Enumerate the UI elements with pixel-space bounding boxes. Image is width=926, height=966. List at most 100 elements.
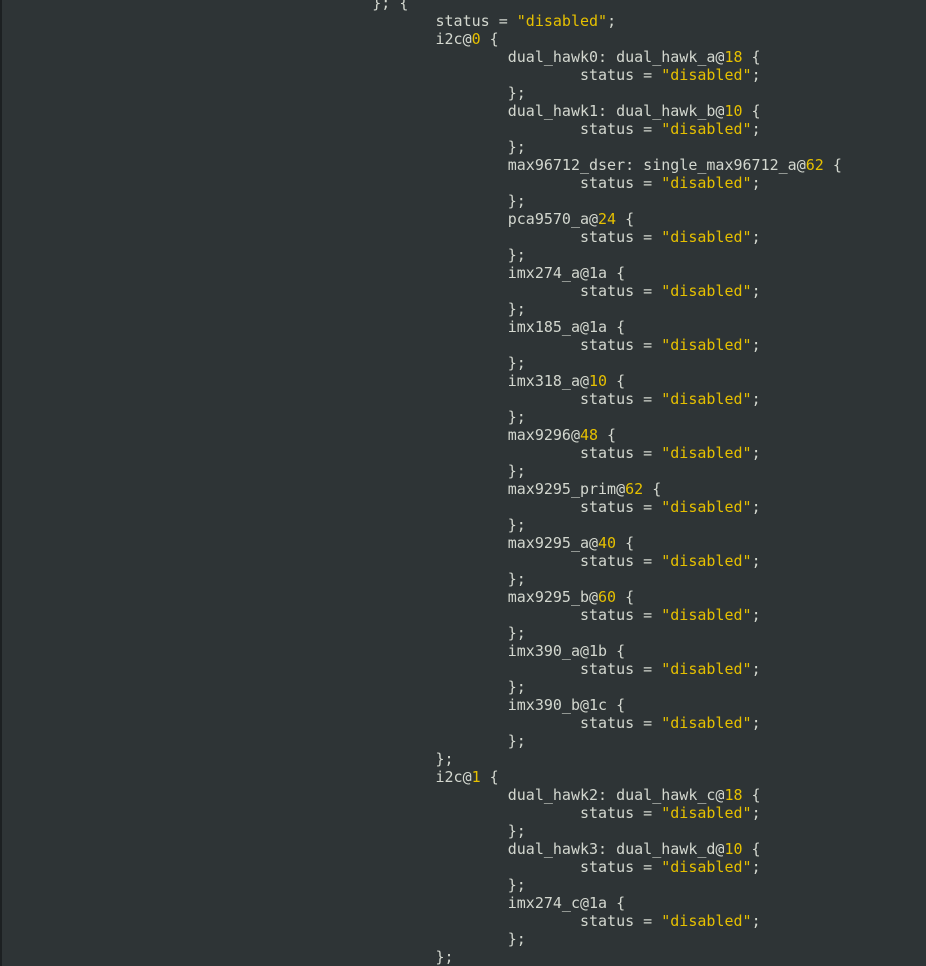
- code-line: };: [2, 750, 842, 768]
- code-text: };: [2, 354, 526, 372]
- code-text: status =: [2, 498, 662, 516]
- code-text: status =: [2, 174, 662, 192]
- code-text: ;: [751, 606, 761, 624]
- code-line: };: [2, 624, 842, 642]
- string-literal: "disabled": [661, 390, 752, 408]
- string-literal: "disabled": [661, 660, 752, 678]
- code-text: status =: [2, 336, 662, 354]
- code-line: status = "disabled";: [2, 552, 842, 570]
- string-literal: "disabled": [661, 444, 752, 462]
- code-line: };: [2, 732, 842, 750]
- code-text: }; {: [2, 0, 409, 12]
- code-line: dual_hawk0: dual_hawk_a@18 {: [2, 48, 842, 66]
- code-line: status = "disabled";: [2, 282, 842, 300]
- code-text: ;: [751, 444, 761, 462]
- code-text: max9295_b@: [2, 588, 599, 606]
- code-text: };: [2, 876, 526, 894]
- code-line: max9295_b@60 {: [2, 588, 842, 606]
- code-text: };: [2, 750, 454, 768]
- code-text: max96712_dser: single_max96712_a@: [2, 156, 806, 174]
- code-line: };: [2, 822, 842, 840]
- code-line: status = "disabled";: [2, 606, 842, 624]
- number-literal: 24: [598, 210, 617, 228]
- code-line: };: [2, 408, 842, 426]
- code-text: status =: [2, 282, 662, 300]
- code-line: dual_hawk3: dual_hawk_d@10 {: [2, 840, 842, 858]
- code-text: max9296@: [2, 426, 580, 444]
- string-literal: "disabled": [661, 714, 752, 732]
- number-literal: 62: [805, 156, 824, 174]
- number-literal: 10: [724, 102, 743, 120]
- code-text: max9295_a@: [2, 534, 599, 552]
- code-text: imx185_a@1a {: [2, 318, 626, 336]
- code-text: dual_hawk3: dual_hawk_d@: [2, 840, 725, 858]
- code-line: status = "disabled";: [2, 444, 842, 462]
- code-text: status =: [2, 912, 662, 930]
- code-text: {: [616, 588, 635, 606]
- number-literal: 40: [598, 534, 617, 552]
- code-text: ;: [751, 336, 761, 354]
- code-text: ;: [751, 804, 761, 822]
- code-text: status =: [2, 444, 662, 462]
- code-text: };: [2, 624, 526, 642]
- code-line: imx390_b@1c {: [2, 696, 842, 714]
- code-line: };: [2, 948, 842, 966]
- code-text: imx390_a@1b {: [2, 642, 626, 660]
- code-text: pca9570_a@: [2, 210, 599, 228]
- code-line: status = "disabled";: [2, 858, 842, 876]
- code-text: imx274_a@1a {: [2, 264, 626, 282]
- code-line: };: [2, 84, 842, 102]
- code-text: };: [2, 516, 526, 534]
- code-text: status =: [2, 660, 662, 678]
- code-text: {: [742, 840, 761, 858]
- code-line: status = "disabled";: [2, 228, 842, 246]
- code-text: };: [2, 570, 526, 588]
- number-literal: 18: [724, 48, 743, 66]
- code-text: dual_hawk1: dual_hawk_b@: [2, 102, 725, 120]
- code-line: imx185_a@1a {: [2, 318, 842, 336]
- code-text: {: [742, 786, 761, 804]
- string-literal: "disabled": [661, 552, 752, 570]
- code-text: };: [2, 192, 526, 210]
- code-line: };: [2, 570, 842, 588]
- code-text: status =: [2, 804, 662, 822]
- string-literal: "disabled": [661, 804, 752, 822]
- code-text: {: [616, 534, 635, 552]
- code-text: {: [823, 156, 842, 174]
- code-text: status =: [2, 390, 662, 408]
- code-lines: }; { status = "disabled"; i2c@0 { dual_h…: [2, 0, 842, 966]
- code-line: };: [2, 876, 842, 894]
- string-literal: "disabled": [661, 282, 752, 300]
- code-text: status =: [2, 228, 662, 246]
- code-line: };: [2, 246, 842, 264]
- code-text: imx318_a@: [2, 372, 589, 390]
- code-text: ;: [751, 912, 761, 930]
- code-text: ;: [751, 552, 761, 570]
- number-literal: 1: [471, 768, 481, 786]
- code-text: ;: [751, 174, 761, 192]
- code-line: status = "disabled";: [2, 804, 842, 822]
- string-literal: "disabled": [661, 120, 752, 138]
- code-text: dual_hawk0: dual_hawk_a@: [2, 48, 725, 66]
- code-text: {: [643, 480, 662, 498]
- code-editor-view[interactable]: }; { status = "disabled"; i2c@0 { dual_h…: [0, 0, 926, 966]
- code-line: };: [2, 930, 842, 948]
- string-literal: "disabled": [661, 606, 752, 624]
- code-text: };: [2, 138, 526, 156]
- code-text: status =: [2, 552, 662, 570]
- number-literal: 10: [589, 372, 608, 390]
- code-line: };: [2, 516, 842, 534]
- code-text: ;: [751, 282, 761, 300]
- code-text: status =: [2, 66, 662, 84]
- code-text: };: [2, 930, 526, 948]
- code-line: status = "disabled";: [2, 12, 842, 30]
- code-text: };: [2, 408, 526, 426]
- code-line: }; {: [2, 0, 842, 12]
- string-literal: "disabled": [661, 66, 752, 84]
- code-text: ;: [751, 714, 761, 732]
- code-text: {: [742, 48, 761, 66]
- string-literal: "disabled": [661, 228, 752, 246]
- code-line: status = "disabled";: [2, 390, 842, 408]
- code-text: ;: [751, 858, 761, 876]
- code-line: };: [2, 462, 842, 480]
